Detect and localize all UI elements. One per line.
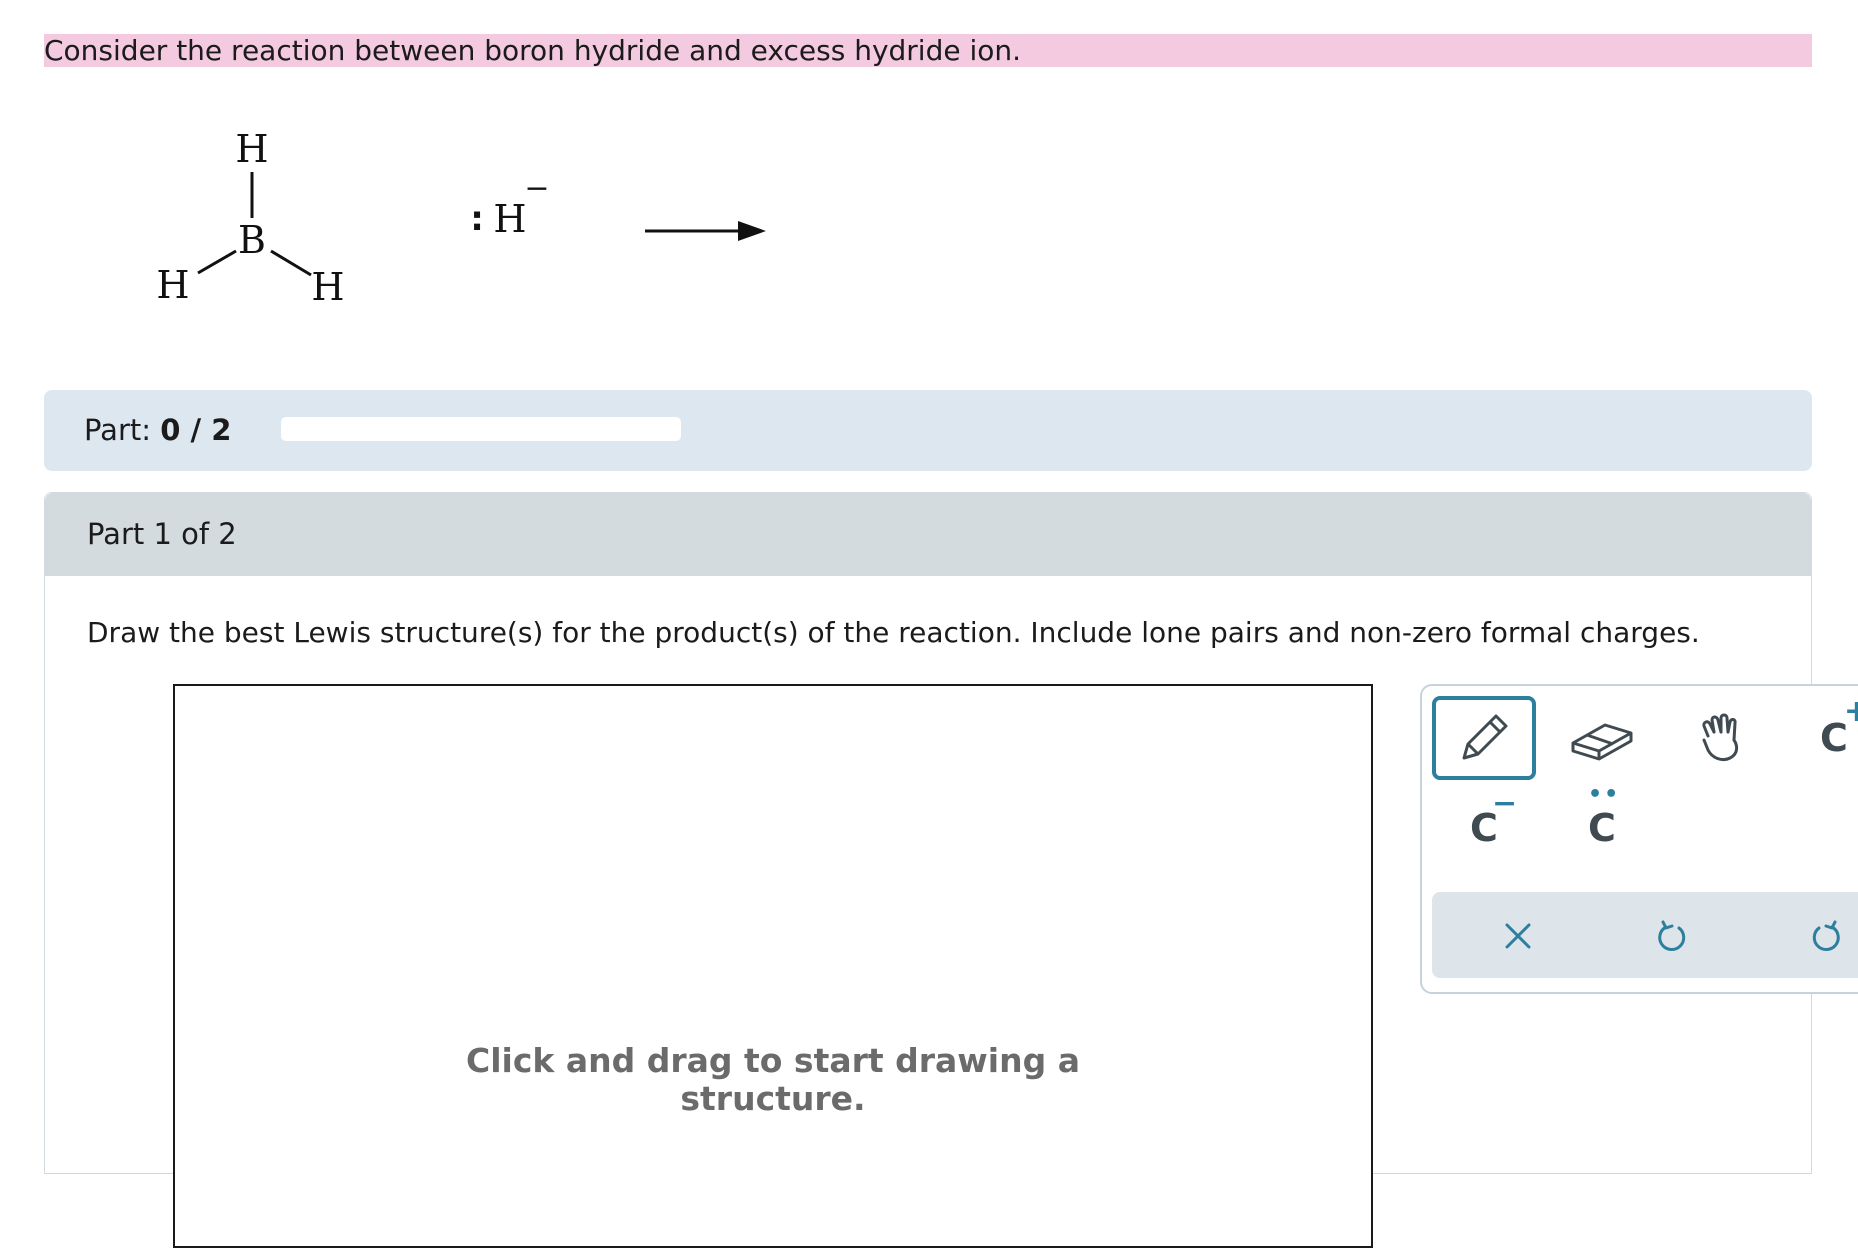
positive-charge-icon: C + — [1820, 694, 1858, 760]
lone-pair-dots: •• — [1588, 782, 1621, 807]
undo-button[interactable] — [1648, 912, 1696, 960]
negative-charge-tool-button[interactable]: C − — [1432, 786, 1536, 870]
positive-charge-sup: + — [1844, 694, 1858, 729]
atom-h-top: H — [235, 127, 268, 171]
negative-charge-sup: − — [1492, 786, 1518, 821]
lone-pair-icon: •• C — [1588, 782, 1618, 850]
canvas-hint: Click and drag to start drawing a struct… — [466, 1041, 1080, 1118]
part-header: Part 1 of 2 — [45, 493, 1811, 576]
hand-icon — [1702, 713, 1739, 762]
lone-pair-tool-button[interactable]: •• C — [1550, 782, 1654, 870]
progress-bar: Part: 0 / 2 — [44, 390, 1812, 471]
part-instructions: Draw the best Lewis structure(s) for the… — [87, 616, 1700, 649]
lone-pair-letter: C — [1588, 806, 1616, 850]
question-text: Consider the reaction between boron hydr… — [44, 34, 1812, 67]
atom-h-left: H — [156, 263, 189, 307]
progress-track — [281, 417, 681, 441]
atom-boron: B — [238, 218, 266, 262]
atom-h-right: H — [311, 265, 344, 309]
redo-icon — [1812, 920, 1840, 952]
clear-button[interactable] — [1494, 912, 1542, 960]
undo-icon — [1658, 920, 1686, 952]
close-icon — [1505, 923, 1531, 949]
bond-b-h-right — [270, 249, 312, 277]
eraser-tool-button[interactable] — [1550, 696, 1654, 780]
pencil-tool-button[interactable] — [1432, 696, 1536, 780]
drawing-toolbox: C + C − •• C — [1420, 684, 1858, 994]
hydride-charge: − — [524, 171, 549, 206]
reaction-scheme: H B H H : H − — [140, 120, 780, 320]
bond-b-h-left — [197, 249, 237, 275]
positive-charge-tool-button[interactable]: C + — [1782, 694, 1858, 780]
negative-charge-icon: C − — [1470, 786, 1517, 850]
progress-value: 0 / 2 — [160, 413, 232, 447]
pencil-icon — [1462, 714, 1508, 760]
eraser-icon — [1571, 723, 1633, 761]
hydride-lone-pair: : — [470, 199, 484, 239]
redo-button[interactable] — [1802, 912, 1850, 960]
hydride-atom: H — [493, 197, 526, 241]
reaction-arrow-head — [738, 221, 766, 241]
progress-label: Part: 0 / 2 — [84, 390, 231, 471]
progress-label-text: Part: — [84, 413, 152, 447]
toolbox-actions — [1432, 892, 1858, 978]
drawing-canvas[interactable]: Click and drag to start drawing a struct… — [173, 684, 1373, 1248]
move-tool-button[interactable] — [1670, 696, 1774, 780]
reaction-svg: H B H H : H − — [156, 127, 766, 309]
